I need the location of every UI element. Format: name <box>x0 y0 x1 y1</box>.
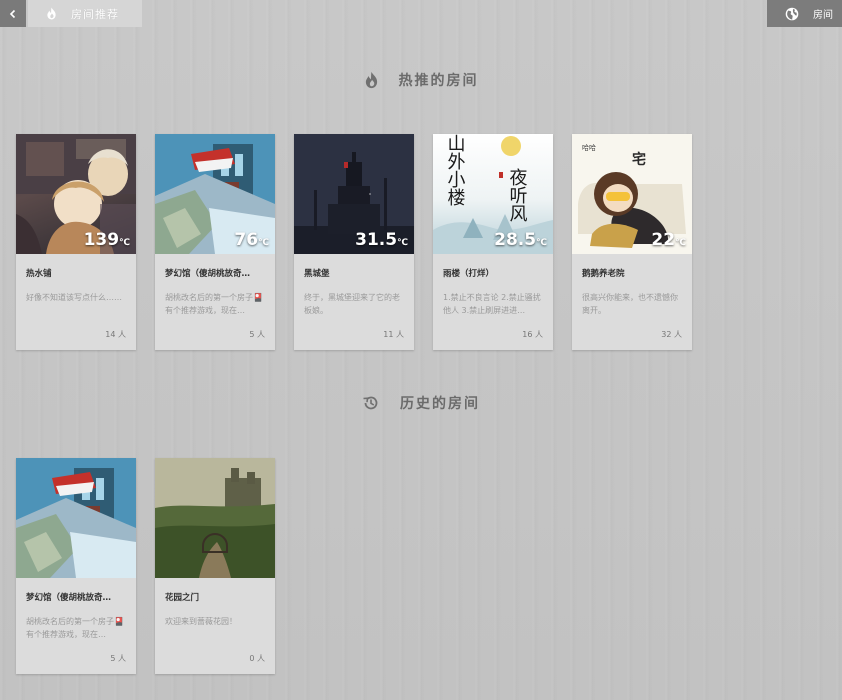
room-description: 欢迎来到蔷薇花园！ <box>165 617 237 626</box>
room-description: 胡桃改名后的第一个房子🎴有个推荐游戏，现在… <box>165 293 263 315</box>
rooms-label: 房间 <box>813 10 833 21</box>
room-user-count: 16 人 <box>522 330 543 339</box>
hot-rooms-list: 139℃ 热水铺 好像不知道该写点什么…… 14 人 76℃ 梦幻馆（傻胡桃放奇… <box>16 134 692 350</box>
room-user-count: 5 人 <box>110 654 126 663</box>
art-text-cry: 哈哈 <box>582 143 596 152</box>
room-thumbnail <box>155 458 275 578</box>
room-temperature: 22℃ <box>651 230 686 250</box>
room-user-count: 11 人 <box>383 330 404 339</box>
history-icon <box>362 394 380 412</box>
room-user-count: 0 人 <box>249 654 265 663</box>
room-title: 雨楼（打烊） <box>443 269 495 279</box>
room-card-nursing-home[interactable]: 宅 哈哈 22℃ 鹅鹅养老院 很高兴你能来，也不遗憾你离开。 32 人 <box>572 134 692 350</box>
tab-room-recommend[interactable]: 房间推荐 <box>28 0 142 27</box>
room-title: 梦幻馆（傻胡桃放奇… <box>26 593 112 603</box>
room-title: 热水铺 <box>26 269 52 279</box>
flame-icon <box>364 71 379 89</box>
room-user-count: 5 人 <box>249 330 265 339</box>
globe-icon <box>785 7 799 21</box>
room-temperature: 76℃ <box>234 230 269 250</box>
room-card-dream-hall-history[interactable]: 梦幻馆（傻胡桃放奇… 胡桃改名后的第一个房子🎴有个推荐游戏，现在… 5 人 <box>16 458 136 674</box>
room-description: 终于，黑城堡迎来了它的老板娘。 <box>304 293 400 315</box>
flame-icon <box>46 7 57 20</box>
tab-label: 房间推荐 <box>71 7 119 21</box>
room-description: 胡桃改名后的第一个房子🎴有个推荐游戏，现在… <box>26 617 124 639</box>
room-temperature: 139℃ <box>83 230 130 250</box>
room-thumbnail: 76℃ <box>155 134 275 254</box>
chevron-left-icon <box>8 9 18 19</box>
history-rooms-title: 历史的房间 <box>400 396 480 412</box>
room-description: 很高兴你能来，也不遗憾你离开。 <box>582 293 678 315</box>
art-text-right: 夜听风 <box>507 168 528 222</box>
room-temperature: 31.5℃ <box>355 230 408 250</box>
back-button[interactable] <box>0 0 26 27</box>
hot-rooms-title: 热推的房间 <box>398 73 479 89</box>
hot-rooms-heading: 热推的房间 <box>0 70 842 90</box>
room-card-black-castle[interactable]: 31.5℃ 黑城堡 终于，黑城堡迎来了它的老板娘。 11 人 <box>294 134 414 350</box>
room-card-dream-hall[interactable]: 76℃ 梦幻馆（傻胡桃放奇… 胡桃改名后的第一个房子🎴有个推荐游戏，现在… 5 … <box>155 134 275 350</box>
history-rooms-list: 梦幻馆（傻胡桃放奇… 胡桃改名后的第一个房子🎴有个推荐游戏，现在… 5 人 花园… <box>16 458 275 674</box>
room-thumbnail: 139℃ <box>16 134 136 254</box>
room-user-count: 32 人 <box>661 330 682 339</box>
history-rooms-heading: 历史的房间 <box>0 393 842 413</box>
room-description: 1.禁止不良言论 2.禁止骚扰他人 3.禁止刷屏进进… <box>443 293 541 315</box>
room-thumbnail: 宅 哈哈 22℃ <box>572 134 692 254</box>
room-title: 鹅鹅养老院 <box>582 269 625 279</box>
room-description: 好像不知道该写点什么…… <box>26 293 122 302</box>
room-card-garden-gate[interactable]: 花园之门 欢迎来到蔷薇花园！ 0 人 <box>155 458 275 674</box>
room-temperature: 28.5℃ <box>494 230 547 250</box>
room-card-rain-tower[interactable]: 山外小楼 夜听风 28.5℃ 雨楼（打烊） 1.禁止不良言论 2.禁止骚扰他人 … <box>433 134 553 350</box>
room-card-hot-water[interactable]: 139℃ 热水铺 好像不知道该写点什么…… 14 人 <box>16 134 136 350</box>
room-title: 黑城堡 <box>304 269 330 279</box>
art-text-tag: 宅 <box>632 151 646 168</box>
room-thumbnail <box>16 458 136 578</box>
rooms-button[interactable]: 房间 <box>767 0 842 27</box>
art-text-left: 山外小楼 <box>445 134 466 206</box>
room-title: 梦幻馆（傻胡桃放奇… <box>165 269 251 279</box>
room-thumbnail: 山外小楼 夜听风 28.5℃ <box>433 134 553 254</box>
room-title: 花园之门 <box>165 593 200 603</box>
room-user-count: 14 人 <box>105 330 126 339</box>
room-thumbnail: 31.5℃ <box>294 134 414 254</box>
